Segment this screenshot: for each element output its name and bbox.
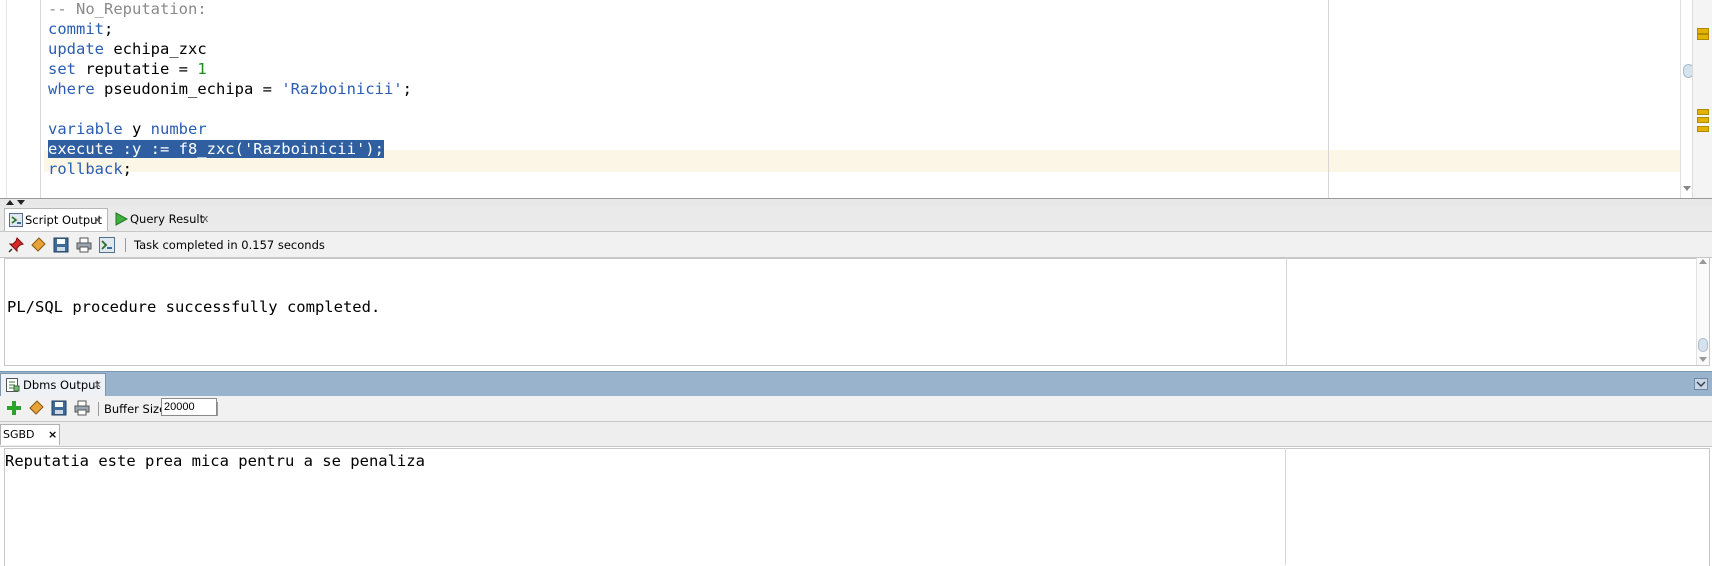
- dbms-output-text: Reputatia este prea mica pentru a se pen…: [5, 452, 425, 470]
- tab-query-result[interactable]: Query Result x: [112, 208, 212, 230]
- code-line[interactable]: where pseudonim_echipa = 'Razboinicii';: [48, 78, 412, 100]
- task-status-text: Task completed in 0.157 seconds: [134, 238, 325, 252]
- tab-label: Dbms Output: [23, 378, 100, 392]
- eraser-icon[interactable]: [30, 237, 46, 253]
- toolbar-separator: [217, 402, 218, 416]
- print-icon[interactable]: [74, 400, 90, 416]
- script-output-text: PL/SQL procedure successfully completed.: [7, 298, 381, 316]
- print-icon[interactable]: [76, 237, 92, 253]
- code-token: reputatie =: [76, 60, 198, 78]
- tab-close-icon[interactable]: x: [94, 209, 101, 231]
- gutter-fold-line: [6, 0, 7, 198]
- code-token: y: [122, 120, 151, 138]
- play-icon: [115, 212, 128, 226]
- script-output-icon: [9, 213, 23, 227]
- code-token: ;: [402, 80, 412, 98]
- tab-connection-sgbd[interactable]: SGBD ×: [0, 424, 61, 445]
- code-token: 'Razboinicii': [281, 80, 403, 98]
- code-token: rollback: [48, 160, 123, 178]
- code-line[interactable]: rollback;: [48, 158, 132, 180]
- toolbar-separator: [98, 402, 99, 416]
- code-token: echipa_zxc: [104, 40, 207, 58]
- eraser-icon[interactable]: [28, 400, 44, 416]
- tab-close-icon[interactable]: x: [202, 208, 209, 230]
- right-margin-guide: [1328, 0, 1329, 198]
- tab-label: Query Result: [130, 212, 205, 226]
- code-token: -- No_Reputation:: [48, 0, 207, 18]
- script-icon[interactable]: [99, 237, 115, 253]
- sql-editor[interactable]: -- No_Reputation: commit; update echipa_zx…: [0, 0, 1712, 198]
- buffer-size-input[interactable]: [161, 398, 217, 416]
- output-tab-strip: Script Output x Query Result x: [0, 207, 1712, 232]
- save-icon[interactable]: [53, 237, 69, 253]
- tab-close-icon[interactable]: ×: [93, 374, 102, 396]
- output-right-margin: [1286, 258, 1287, 365]
- code-token: commit: [48, 20, 104, 38]
- connection-tab-strip: SGBD ×: [0, 422, 1712, 447]
- dbms-output-icon: [6, 378, 20, 392]
- scroll-thumb[interactable]: [1698, 338, 1708, 352]
- dbms-output-toolbar: Buffer Size:: [0, 396, 1712, 422]
- script-output-scrollbar[interactable]: [1696, 258, 1709, 365]
- minimize-icon[interactable]: [1694, 378, 1708, 390]
- code-token: where: [48, 80, 95, 98]
- dbms-output-header: Dbms Output ×: [0, 371, 1712, 396]
- toolbar-separator: [125, 238, 126, 252]
- tab-script-output[interactable]: Script Output x: [4, 208, 108, 231]
- tab-label: Script Output: [25, 213, 102, 227]
- add-icon[interactable]: [6, 400, 22, 416]
- pin-icon[interactable]: [8, 237, 24, 253]
- code-line[interactable]: variable y number: [48, 118, 207, 140]
- code-token: number: [150, 120, 207, 138]
- code-line[interactable]: update echipa_zxc: [48, 38, 207, 60]
- code-token: ;: [122, 160, 132, 178]
- tab-dbms-output[interactable]: Dbms Output ×: [0, 373, 106, 396]
- code-token: pseudonim_echipa =: [94, 80, 282, 98]
- save-icon[interactable]: [51, 400, 67, 416]
- code-token: set: [48, 60, 76, 78]
- code-line[interactable]: -- No_Reputation:: [48, 0, 207, 20]
- code-token: variable: [48, 120, 123, 138]
- code-line[interactable]: set reputatie = 1: [48, 58, 207, 80]
- script-output-toolbar: Task completed in 0.157 seconds: [0, 232, 1712, 258]
- warning-marker[interactable]: [1697, 34, 1709, 40]
- code-token: 1: [197, 60, 207, 78]
- scroll-down-arrow-icon[interactable]: [1683, 186, 1691, 192]
- code-token: update: [48, 40, 104, 58]
- warning-marker[interactable]: [1697, 117, 1709, 123]
- warning-marker[interactable]: [1697, 126, 1709, 132]
- code-token: ;: [104, 20, 114, 38]
- scroll-down-arrow-icon[interactable]: [1699, 357, 1707, 363]
- code-line[interactable]: commit;: [48, 18, 113, 40]
- code-line[interactable]: execute :y := f8_zxc('Razboinicii');: [48, 138, 384, 160]
- warning-marker[interactable]: [1697, 109, 1709, 115]
- output-right-margin: [1285, 448, 1286, 565]
- connection-tab-label: SGBD: [3, 428, 35, 441]
- selected-text: execute :y := f8_zxc('Razboinicii');: [48, 140, 384, 158]
- connection-close-icon[interactable]: ×: [48, 428, 57, 441]
- splitter-arrows-icon[interactable]: [5, 200, 27, 206]
- scroll-up-arrow-icon[interactable]: [1699, 259, 1707, 265]
